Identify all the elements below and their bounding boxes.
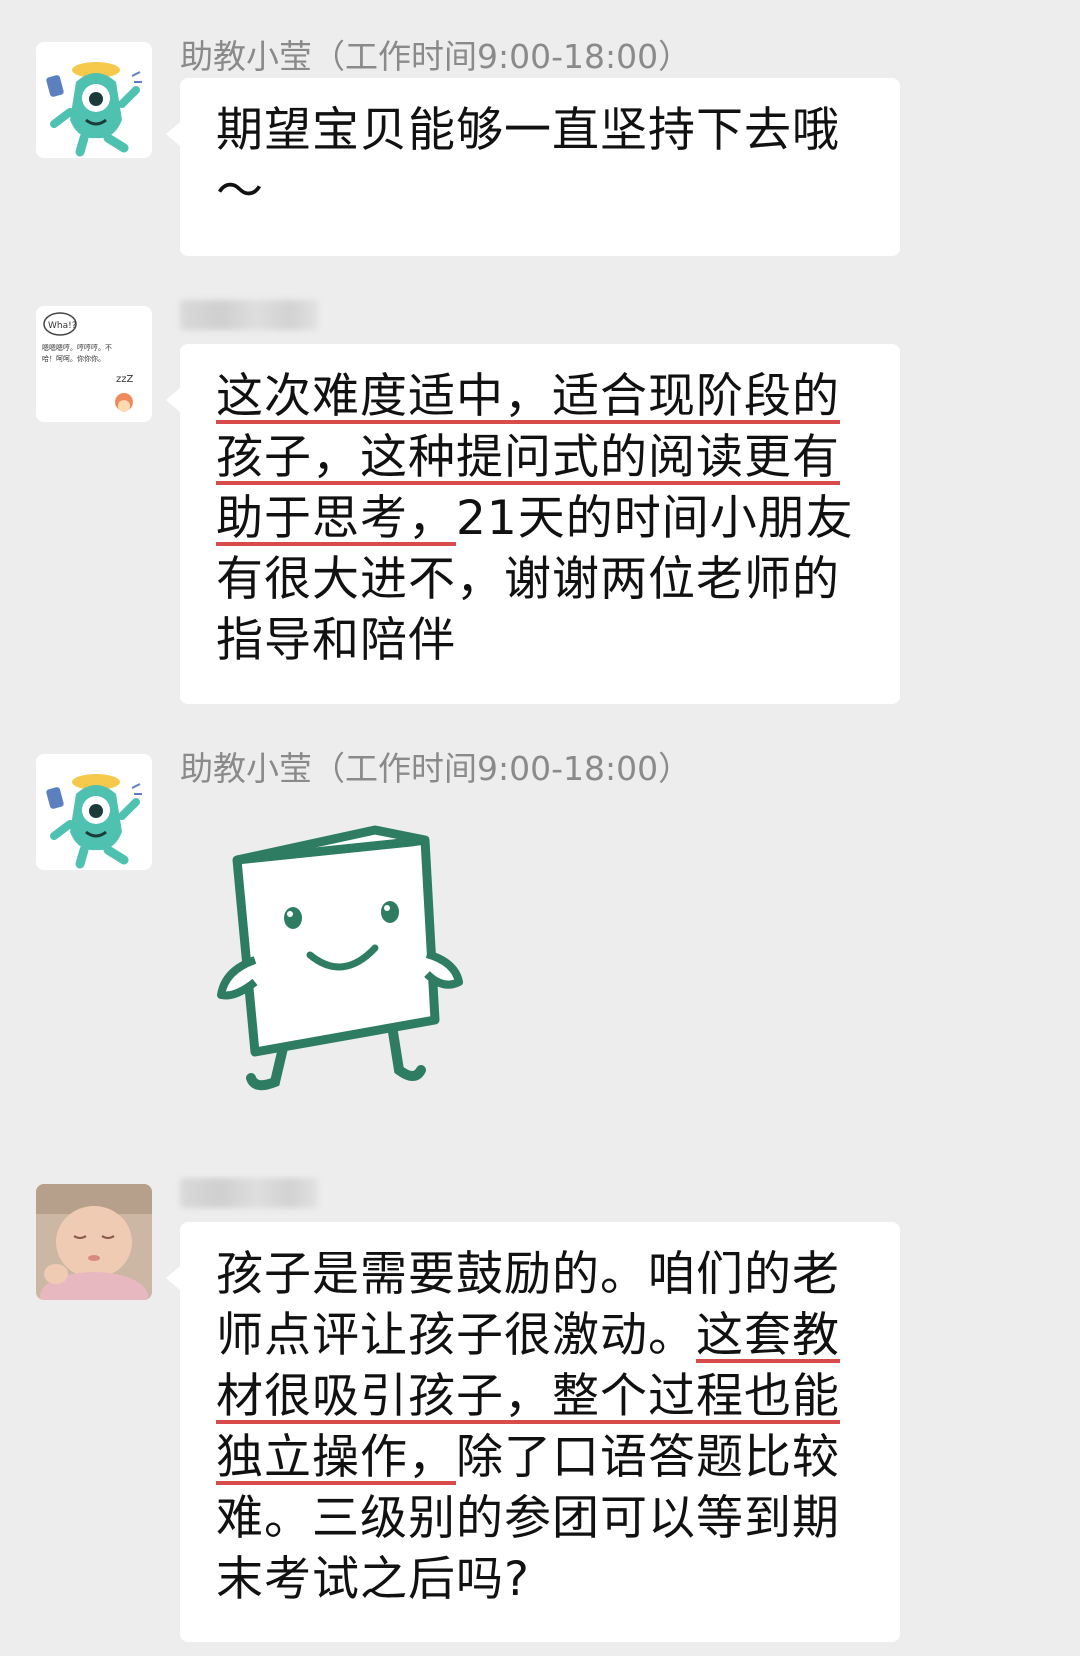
doodle-zzz: zzZ <box>116 374 133 385</box>
doodle-bubble-text: Wha!? <box>48 321 77 331</box>
doodle-avatar[interactable]: Wha!? 嗯嗯嗯哼。哼哼哼。不 哈！呵呵。你你你。 zzZ <box>36 306 152 422</box>
baby-photo-avatar[interactable] <box>36 1184 152 1300</box>
message-bubble[interactable]: 孩子是需要鼓励的。咱们的老师点评让孩子很激动。这套教材很吸引孩子，整个过程也能独… <box>166 1222 900 1642</box>
message-bubble[interactable]: 这次难度适中，适合现阶段的孩子，这种提问式的阅读更有助于思考，21天的时间小朋友… <box>166 344 900 704</box>
teal-monster-avatar[interactable] <box>36 754 152 870</box>
sender-name: 助教小莹（工作时间9:00-18:00） <box>180 749 692 788</box>
sender-name: 助教小莹（工作时间9:00-18:00） <box>180 37 692 76</box>
smiling-book-sticker[interactable] <box>215 820 475 1110</box>
message-bubble[interactable]: 期望宝贝能够一直坚持下去哦～ <box>166 78 900 256</box>
doodle-line-1: 嗯嗯嗯哼。哼哼哼。不 <box>42 343 112 352</box>
doodle-line-2: 哈！呵呵。你你你。 <box>42 354 105 363</box>
teal-monster-avatar[interactable] <box>36 42 152 158</box>
sender-name-blurred <box>180 300 318 330</box>
sender-name-blurred <box>180 1178 318 1208</box>
message-text: 期望宝贝能够一直坚持下去哦～ <box>216 103 840 219</box>
